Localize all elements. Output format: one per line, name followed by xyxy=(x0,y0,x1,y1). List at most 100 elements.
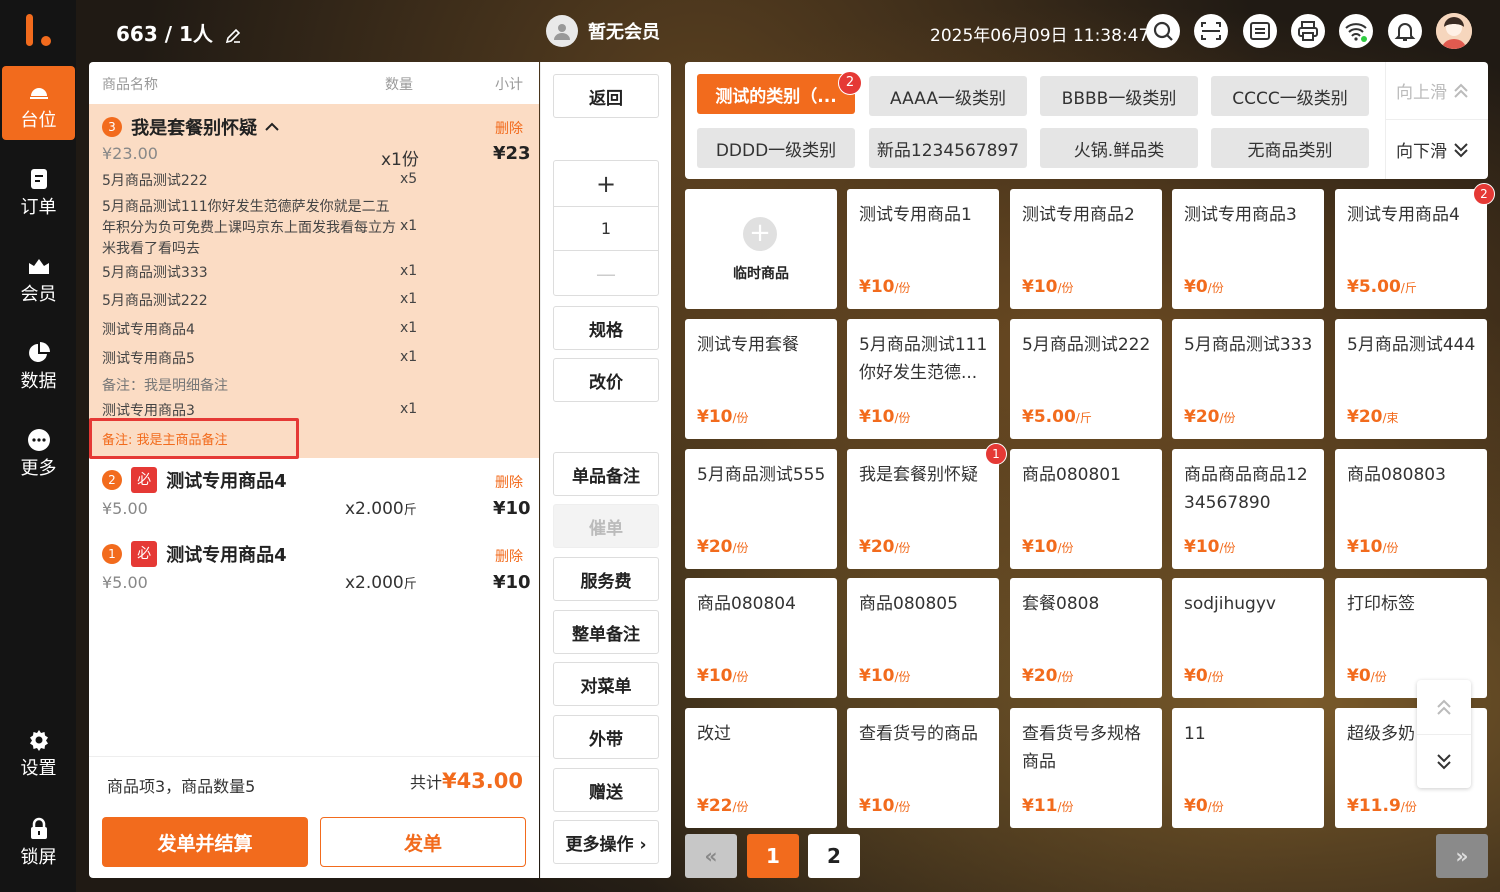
product-price: ¥10/份 xyxy=(859,407,911,427)
sidebar-item-order[interactable]: 订单 xyxy=(2,153,75,227)
product-price: ¥10/份 xyxy=(1022,537,1074,557)
printer-icon[interactable] xyxy=(1291,14,1325,48)
product-card[interactable]: 测试专用商品3 ¥0/份 xyxy=(1172,189,1324,309)
category-tab[interactable]: 新品1234567897 xyxy=(869,128,1027,168)
category-tab[interactable]: AAAA一级类别 xyxy=(869,76,1027,116)
send-and-checkout-button[interactable]: 发单并结算 xyxy=(102,817,308,867)
member-selector[interactable]: 暂无会员 xyxy=(546,15,660,47)
sidebar-item-lock[interactable]: 锁屏 xyxy=(2,803,75,877)
decrease-button[interactable]: — xyxy=(554,251,658,296)
order-note-button[interactable]: 整单备注 xyxy=(553,610,659,654)
back-button[interactable]: 返回 xyxy=(553,74,659,118)
send-order-button[interactable]: 发单 xyxy=(320,817,526,867)
scroll-page-down-button[interactable] xyxy=(1417,734,1471,788)
more-actions-button[interactable]: 更多操作 › xyxy=(553,820,659,864)
combo-subitem: 5月商品测试222 xyxy=(102,293,208,309)
product-card[interactable]: 测试专用套餐 ¥10/份 xyxy=(685,319,837,439)
category-tab[interactable]: BBBB一级类别 xyxy=(1040,76,1198,116)
sidebar-item-member[interactable]: 会员 xyxy=(2,240,75,314)
product-card[interactable]: 商品080803 ¥10/份 xyxy=(1335,449,1487,569)
category-tab[interactable]: 测试的类别（... xyxy=(697,74,855,114)
order-item-title[interactable]: 2 必 测试专用商品4 xyxy=(102,467,287,493)
delete-button[interactable]: 删除 xyxy=(495,472,523,492)
change-price-button[interactable]: 改价 xyxy=(553,358,659,402)
page-button-2[interactable]: 2 xyxy=(808,834,860,878)
search-icon[interactable] xyxy=(1146,14,1180,48)
bell-icon[interactable] xyxy=(1388,14,1422,48)
category-panel: 测试的类别（... 2 AAAA一级类别 BBBB一级类别 CCCC一级类别 D… xyxy=(685,62,1488,179)
combo-subitem: 5月商品测试333 xyxy=(102,265,208,281)
spec-button[interactable]: 规格 xyxy=(553,306,659,350)
main-remark-highlight: 备注: 我是主商品备注 xyxy=(89,418,299,459)
category-tab[interactable]: CCCC一级类别 xyxy=(1211,76,1369,116)
increase-button[interactable]: + xyxy=(554,161,658,206)
wifi-icon[interactable] xyxy=(1339,14,1373,48)
temp-product-card[interactable]: + 临时商品 xyxy=(685,189,837,309)
product-card[interactable]: 5月商品测试333 ¥20/份 xyxy=(1172,319,1324,439)
product-card[interactable]: 5月商品测试111你好发生范德... ¥10/份 xyxy=(847,319,999,439)
category-tab[interactable]: 火锅.鲜品类 xyxy=(1040,128,1198,168)
next-page-button[interactable]: » xyxy=(1436,834,1488,878)
scan-icon[interactable] xyxy=(1194,14,1228,48)
page-button-1[interactable]: 1 xyxy=(747,834,799,878)
product-card[interactable]: 测试专用商品2 ¥10/份 xyxy=(1010,189,1162,309)
sidebar-item-label: 更多 xyxy=(20,458,57,479)
sidebar-item-more[interactable]: 更多 xyxy=(2,414,75,488)
product-card[interactable]: 测试专用商品4 ¥5.00/斤 2 xyxy=(1335,183,1495,309)
takeaway-button[interactable]: 外带 xyxy=(553,715,659,759)
chevron-double-down-icon xyxy=(1454,142,1468,157)
product-card[interactable]: 5月商品测试222 ¥5.00/斤 xyxy=(1010,319,1162,439)
quantity-value[interactable]: 1 xyxy=(554,206,658,251)
category-tab[interactable]: 无商品类别 xyxy=(1211,128,1369,168)
product-card[interactable]: 测试专用商品1 ¥10/份 xyxy=(847,189,999,309)
gift-button[interactable]: 赠送 xyxy=(553,768,659,812)
sidebar-item-table[interactable]: 台位 xyxy=(2,66,75,140)
product-price: ¥10/份 xyxy=(859,796,911,816)
combo-title[interactable]: 3 我是套餐别怀疑 xyxy=(102,114,279,140)
scroll-down-button[interactable]: 向下滑 xyxy=(1385,120,1488,179)
product-card[interactable]: 11 ¥0/份 xyxy=(1172,708,1324,828)
edit-icon[interactable] xyxy=(224,27,242,45)
product-price: ¥0/份 xyxy=(1184,277,1224,297)
product-card[interactable]: 查看货号的商品 ¥10/份 xyxy=(847,708,999,828)
product-name: 改过 xyxy=(697,724,731,744)
lock-icon xyxy=(30,817,47,839)
datetime: 2025年06月09日 11:38:47 xyxy=(930,26,1150,46)
combo-subitem-qty: x1 xyxy=(400,291,418,307)
product-card[interactable]: sodjihugyv ¥0/份 xyxy=(1172,578,1324,698)
prev-page-button[interactable]: « xyxy=(685,834,737,878)
sidebar-item-label: 设置 xyxy=(20,758,57,779)
col-name: 商品名称 xyxy=(102,77,158,93)
service-fee-button[interactable]: 服务费 xyxy=(553,557,659,601)
product-card[interactable]: 商品080801 ¥10/份 xyxy=(1010,449,1162,569)
sidebar-item-data[interactable]: 数据 xyxy=(2,327,75,401)
item-note-button[interactable]: 单品备注 xyxy=(553,452,659,496)
product-card[interactable]: 商品080804 ¥10/份 xyxy=(685,578,837,698)
product-card[interactable]: 我是套餐别怀疑 ¥20/份 1 xyxy=(847,443,1007,569)
combo-subitem-qty: x5 xyxy=(400,171,418,187)
user-avatar[interactable] xyxy=(1436,13,1472,49)
check-menu-button[interactable]: 对菜单 xyxy=(553,662,659,706)
scroll-up-button[interactable]: 向上滑 xyxy=(1385,62,1488,120)
col-qty: 数量 xyxy=(385,77,413,93)
chevron-up-icon[interactable] xyxy=(265,122,279,132)
product-card[interactable]: 商品商品商品1234567890 ¥10/份 xyxy=(1172,449,1324,569)
product-card[interactable]: 改过 ¥22/份 xyxy=(685,708,837,828)
scroll-page-up-button[interactable] xyxy=(1417,680,1471,734)
product-card[interactable]: 套餐0808 ¥20/份 xyxy=(1010,578,1162,698)
order-icon xyxy=(30,169,47,189)
product-card[interactable]: 5月商品测试555 ¥20/份 xyxy=(685,449,837,569)
order-subtotal: ¥23 xyxy=(493,143,531,164)
sidebar-item-settings[interactable]: 设置 xyxy=(2,714,75,788)
urge-button[interactable]: 催单 xyxy=(553,504,659,548)
sidebar-item-label: 数据 xyxy=(20,371,57,392)
list-icon[interactable] xyxy=(1243,14,1277,48)
delete-button[interactable]: 删除 xyxy=(495,118,523,138)
delete-button[interactable]: 删除 xyxy=(495,546,523,566)
product-card[interactable]: 5月商品测试444 ¥20/束 xyxy=(1335,319,1487,439)
order-item-title[interactable]: 1 必 测试专用商品4 xyxy=(102,541,287,567)
product-card[interactable]: 查看货号多规格商品 ¥11/份 xyxy=(1010,708,1162,828)
product-card[interactable]: 商品080805 ¥10/份 xyxy=(847,578,999,698)
category-tab[interactable]: DDDD一级类别 xyxy=(697,128,855,168)
product-name: sodjihugyv xyxy=(1184,594,1276,614)
